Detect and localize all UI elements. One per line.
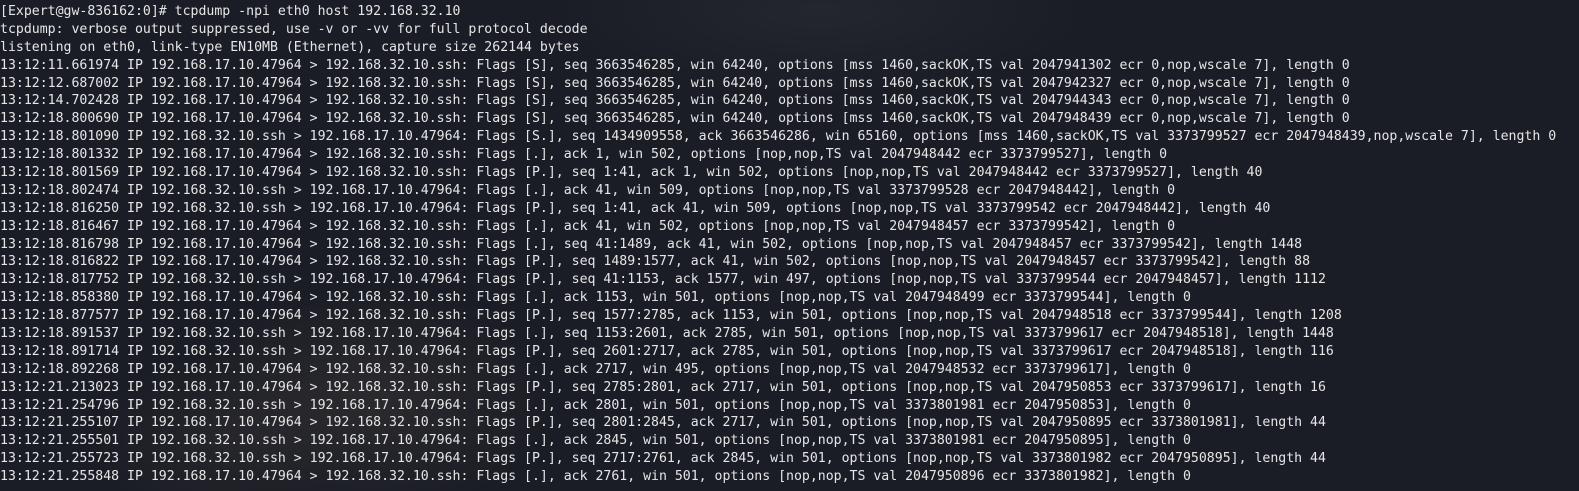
packet-line: 13:12:18.816250 IP 192.168.32.10.ssh > 1… bbox=[0, 200, 1271, 216]
packet-line: 13:12:18.801569 IP 192.168.17.10.47964 >… bbox=[0, 165, 1263, 181]
packet-line: 13:12:18.858380 IP 192.168.17.10.47964 >… bbox=[0, 290, 1191, 306]
packet-line: 13:12:18.816822 IP 192.168.17.10.47964 >… bbox=[0, 254, 1311, 270]
packet-line: 13:12:18.800690 IP 192.168.17.10.47964 >… bbox=[0, 111, 1350, 127]
terminal-output: [Expert@gw-836162:0]# tcpdump -npi eth0 … bbox=[0, 3, 1556, 486]
output-line: listening on eth0, link-type EN10MB (Eth… bbox=[0, 39, 580, 55]
packet-line: 13:12:21.255848 IP 192.168.17.10.47964 >… bbox=[0, 469, 1191, 485]
prompt-line: [Expert@gw-836162:0]# tcpdump -npi eth0 … bbox=[0, 4, 461, 19]
packet-line: 13:12:18.891537 IP 192.168.32.10.ssh > 1… bbox=[0, 326, 1334, 342]
terminal-window[interactable]: [Expert@gw-836162:0]# tcpdump -npi eth0 … bbox=[0, 0, 1579, 491]
packet-line: 13:12:18.817752 IP 192.168.32.10.ssh > 1… bbox=[0, 272, 1326, 288]
packet-line: 13:12:21.255501 IP 192.168.32.10.ssh > 1… bbox=[0, 433, 1191, 449]
packet-line: 13:12:21.255107 IP 192.168.17.10.47964 >… bbox=[0, 415, 1326, 431]
packet-line: 13:12:18.816798 IP 192.168.17.10.47964 >… bbox=[0, 236, 1303, 252]
packet-line: 13:12:11.661974 IP 192.168.17.10.47964 >… bbox=[0, 57, 1350, 73]
packet-line: 13:12:18.816467 IP 192.168.17.10.47964 >… bbox=[0, 218, 1176, 234]
packet-line: 13:12:18.801090 IP 192.168.32.10.ssh > 1… bbox=[0, 129, 1557, 145]
packet-line: 13:12:21.255723 IP 192.168.32.10.ssh > 1… bbox=[0, 451, 1326, 467]
packet-line: 13:12:18.891714 IP 192.168.32.10.ssh > 1… bbox=[0, 343, 1334, 359]
packet-line: 13:12:18.892268 IP 192.168.17.10.47964 >… bbox=[0, 361, 1191, 377]
packet-line: 13:12:18.802474 IP 192.168.32.10.ssh > 1… bbox=[0, 182, 1176, 198]
packet-line: 13:12:12.687002 IP 192.168.17.10.47964 >… bbox=[0, 75, 1350, 91]
packet-line: 13:12:18.801332 IP 192.168.17.10.47964 >… bbox=[0, 147, 1168, 163]
packet-line: 13:12:21.213023 IP 192.168.17.10.47964 >… bbox=[0, 379, 1326, 395]
output-line: tcpdump: verbose output suppressed, use … bbox=[0, 21, 588, 37]
packet-line: 13:12:21.254796 IP 192.168.32.10.ssh > 1… bbox=[0, 397, 1191, 413]
packet-line: 13:12:18.877577 IP 192.168.17.10.47964 >… bbox=[0, 308, 1342, 324]
packet-line: 13:12:14.702428 IP 192.168.17.10.47964 >… bbox=[0, 93, 1350, 109]
